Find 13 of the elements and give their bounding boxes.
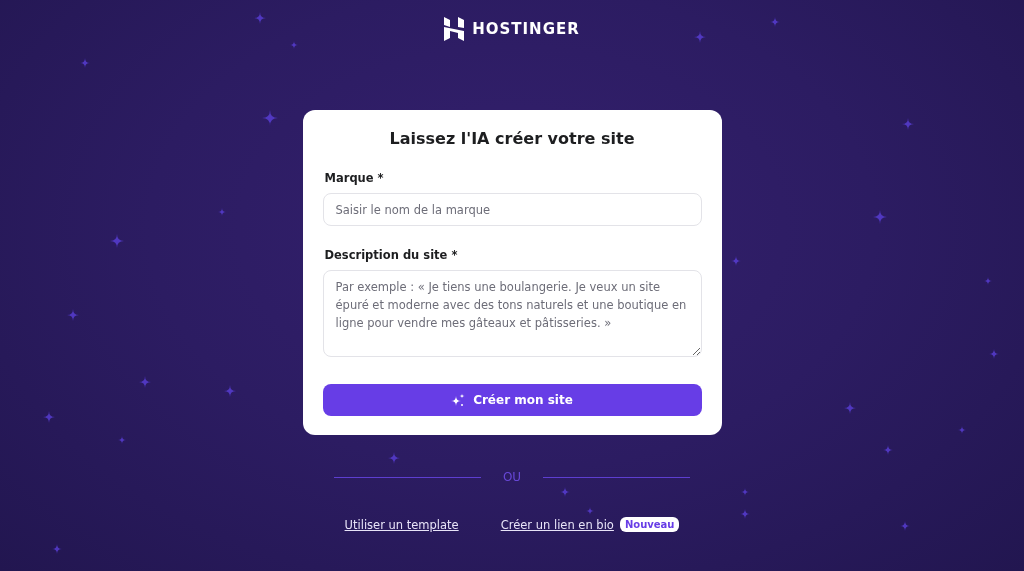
card-title: Laissez l'IA créer votre site bbox=[389, 129, 635, 148]
sparkles-icon bbox=[451, 393, 466, 407]
brand-name: HOSTINGER bbox=[472, 20, 580, 38]
logo-icon bbox=[444, 17, 465, 41]
field-label: Marque * bbox=[324, 171, 385, 185]
create-site-button[interactable]: Créer mon site bbox=[322, 384, 702, 416]
new-badge: Nouveau bbox=[619, 517, 680, 532]
field-label: Description du site * bbox=[324, 248, 459, 262]
link[interactable]: Créer un lien en bio bbox=[500, 517, 614, 532]
brand-name-field[interactable]: Saisir le nom de la marque bbox=[322, 193, 702, 226]
description-field[interactable]: Par exemple : « Je tiens une boulangerie. Je veux un site épuré et moderne avec des tons naturels et une boutique en ligne pour vendre mes gâteaux et pâtisseries. » bbox=[322, 270, 702, 357]
divider-text: OU bbox=[502, 470, 522, 484]
link[interactable]: Utiliser un template bbox=[344, 517, 459, 532]
